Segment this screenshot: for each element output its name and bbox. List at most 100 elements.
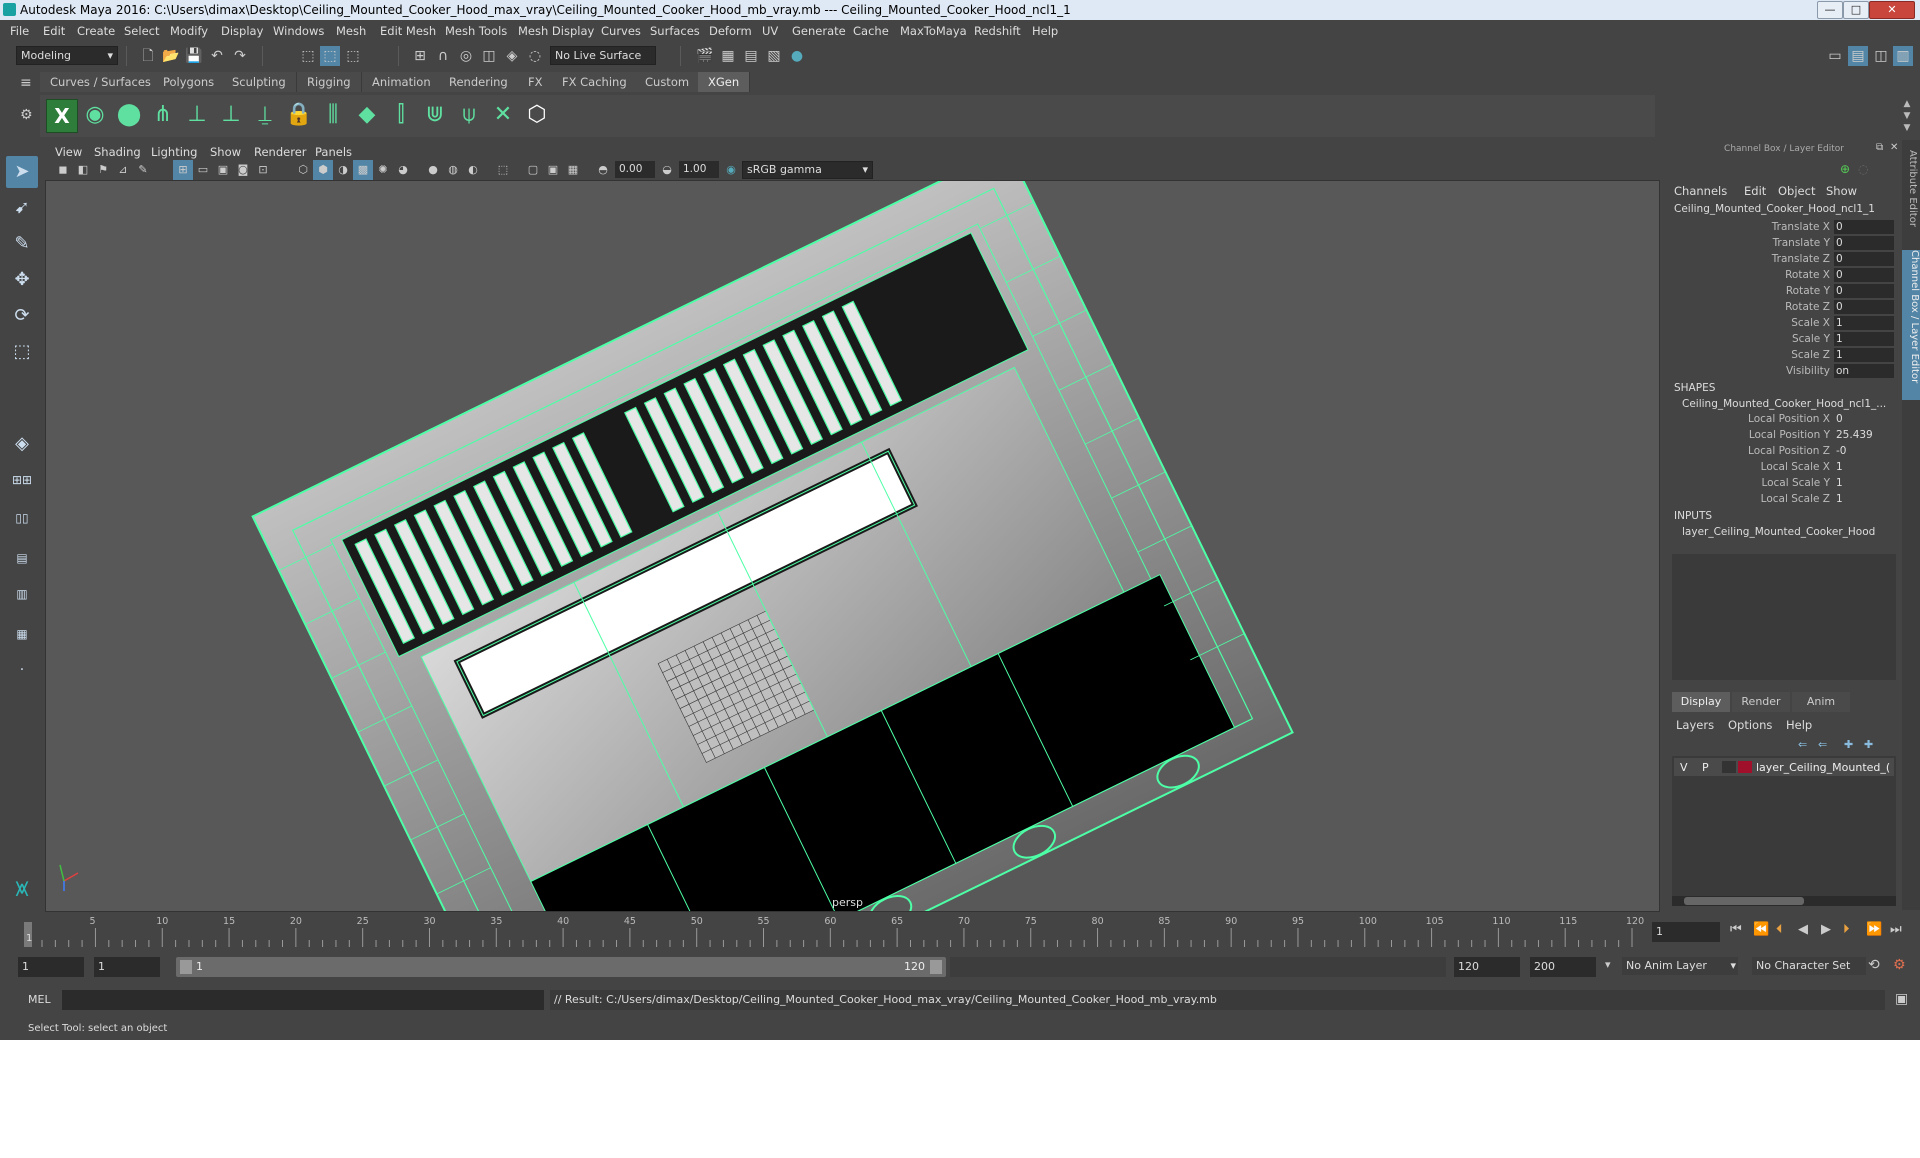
wireframe-icon[interactable]: ⬡ [293, 160, 313, 180]
attr-value-field[interactable]: 1 [1834, 460, 1894, 474]
rotate-tool-icon[interactable]: ⟳ [6, 300, 38, 332]
attr-value-field[interactable]: 0 [1834, 268, 1894, 282]
tab-fx[interactable]: FX [518, 72, 554, 92]
menu-edit-mesh[interactable]: Edit Mesh [380, 24, 436, 38]
ambient-occlusion-icon[interactable]: ● [423, 160, 443, 180]
xgen-layers-icon[interactable]: ◆ [352, 99, 382, 131]
viewport-menu-view[interactable]: View [55, 145, 82, 159]
range-slider-end-handle[interactable] [930, 960, 942, 974]
camera-select-icon[interactable]: ◼ [53, 160, 73, 180]
maximize-button[interactable]: □ [1843, 1, 1869, 19]
menu-display[interactable]: Display [221, 24, 263, 38]
layer-name[interactable]: layer_Ceiling_Mounted_( [1756, 761, 1890, 774]
menu-mesh-tools[interactable]: Mesh Tools [445, 24, 507, 38]
time-slider[interactable]: 1 5 10 15 20 25 30 35 40 45 50 55 60 65 70 75 80 85 90 95 1… [24, 914, 1644, 947]
perspective-viewport[interactable]: persp [45, 180, 1660, 912]
toggle-panel-icon[interactable]: ▤ [1848, 46, 1868, 66]
layer-menu-help[interactable]: Help [1786, 718, 1812, 732]
select-component-icon[interactable]: ⬚ [343, 46, 363, 66]
layer-tab-anim[interactable]: Anim [1792, 692, 1850, 712]
object-name[interactable]: Ceiling_Mounted_Cooker_Hood_ncl1_1 [1674, 203, 1900, 215]
xgen-sculpt-icon[interactable]: ⫿ [386, 99, 416, 131]
tab-xgen[interactable]: XGen [698, 72, 751, 92]
shape-name[interactable]: Ceiling_Mounted_Cooker_Hood_ncl1_... [1682, 398, 1886, 410]
isolate-select-icon[interactable]: ⬚ [493, 160, 513, 180]
bookmark-icon[interactable]: ⚑ [93, 160, 113, 180]
attr-value-field[interactable]: 0 [1834, 220, 1894, 234]
film-gate-icon[interactable]: ▭ [193, 160, 213, 180]
snap-curve-icon[interactable]: ∩ [433, 46, 453, 66]
tab-sculpting[interactable]: Sculpting [222, 72, 297, 92]
xgen-add-guide-icon[interactable]: ⋔ [148, 99, 178, 131]
shadows-icon[interactable]: ◕ [393, 160, 413, 180]
textured-icon[interactable]: ▩ [353, 160, 373, 180]
play-backwards-icon[interactable]: ◀ [1798, 922, 1808, 937]
attr-value-field[interactable]: 25.439 [1834, 428, 1894, 442]
attr-value-field[interactable]: -0 [1834, 444, 1894, 458]
chevron-down-icon[interactable]: ▾ [1605, 958, 1611, 971]
viewport-menu-shading[interactable]: Shading [94, 145, 141, 159]
attr-value-field[interactable]: 1 [1834, 492, 1894, 506]
layer-hscrollbar[interactable] [1672, 896, 1896, 906]
tab-animation[interactable]: Animation [362, 72, 442, 92]
float-panel-icon[interactable]: ⧉ [1876, 142, 1883, 153]
new-layer-selected-icon[interactable]: ✚ [1864, 738, 1873, 751]
script-editor-icon[interactable]: ▣ [1895, 991, 1908, 1007]
animation-start-field[interactable]: 1 [18, 957, 84, 977]
tab-custom[interactable]: Custom [635, 72, 701, 92]
layer-tab-render[interactable]: Render [1732, 692, 1790, 712]
input-name[interactable]: layer_Ceiling_Mounted_Cooker_Hood [1682, 526, 1875, 538]
viewport-menu-panels[interactable]: Panels [315, 145, 352, 159]
viewport-menu-lighting[interactable]: Lighting [151, 145, 197, 159]
xray-icon[interactable]: ▢ [523, 160, 543, 180]
minimize-button[interactable]: — [1817, 1, 1843, 19]
layout-hypershade-icon[interactable]: ▦ [6, 618, 38, 650]
snap-grid-icon[interactable]: ⊞ [410, 46, 430, 66]
default-material-icon[interactable]: ◑ [333, 160, 353, 180]
layer-visibility-toggle[interactable]: V [1680, 761, 1688, 774]
channel-menu-channels[interactable]: Channels [1674, 184, 1727, 198]
animation-end-field[interactable]: 200 [1530, 957, 1596, 977]
smooth-shade-icon[interactable]: ⬢ [313, 160, 333, 180]
attr-value-field[interactable]: 1 [1834, 332, 1894, 346]
menu-cache[interactable]: Cache [853, 24, 889, 38]
attr-value-field[interactable]: 1 [1834, 316, 1894, 330]
exposure-field[interactable]: 0.00 [615, 161, 655, 178]
xgen-create-description-icon[interactable]: ⬤ [114, 99, 144, 131]
live-surface-field[interactable]: No Live Surface [550, 46, 656, 65]
layer-reference-toggle[interactable] [1722, 761, 1736, 773]
attr-value-field[interactable]: 1 [1834, 348, 1894, 362]
xgen-interactive-icon[interactable]: ✕ [488, 99, 518, 131]
snap-live-icon[interactable]: ◌ [525, 46, 545, 66]
viewport-menu-show[interactable]: Show [210, 145, 241, 159]
channel-box-tab[interactable]: Channel Box / Layer Editor [1902, 250, 1920, 400]
go-to-start-icon[interactable]: ⏮ [1730, 922, 1742, 937]
layer-tab-display[interactable]: Display [1672, 692, 1730, 712]
menu-mesh[interactable]: Mesh [336, 24, 366, 38]
new-scene-icon[interactable]: 🗋 [138, 46, 158, 66]
tab-curves-surfaces[interactable]: Curves / Surfaces [40, 72, 162, 92]
layout-four-icon[interactable]: ⊞⊞ [6, 464, 38, 496]
open-scene-icon[interactable]: 📂 [161, 46, 181, 66]
shelf-menu-icon[interactable]: ≡ [20, 76, 34, 90]
layer-row[interactable]: V P layer_Ceiling_Mounted_( [1674, 758, 1894, 776]
snap-point-icon[interactable]: ◎ [456, 46, 476, 66]
resolution-gate-icon[interactable]: ▣ [213, 160, 233, 180]
lasso-tool-icon[interactable]: ➹ [6, 192, 38, 224]
character-set-dropdown[interactable]: No Character Set [1752, 957, 1866, 975]
xgen-groom-icon[interactable]: ⍦ [454, 99, 484, 131]
move-layer-up-icon[interactable]: ⇐ [1798, 738, 1807, 751]
go-to-end-icon[interactable]: ⏭ [1890, 922, 1902, 937]
auto-key-icon[interactable]: ⟲ [1868, 957, 1880, 973]
current-frame-field[interactable]: 1 [1652, 922, 1720, 942]
menu-help[interactable]: Help [1032, 24, 1058, 38]
step-forward-key-icon[interactable]: ⏩ [1866, 922, 1882, 937]
layer-playback-toggle[interactable]: P [1702, 761, 1709, 774]
render-view-icon[interactable]: ▦ [718, 46, 738, 66]
new-layer-icon[interactable]: ✚ [1844, 738, 1853, 751]
menu-deform[interactable]: Deform [709, 24, 752, 38]
channel-box-toggle-icon[interactable]: ▥ [1893, 46, 1913, 66]
attr-value-field[interactable]: on [1834, 364, 1894, 378]
camera-attributes-icon[interactable]: ◧ [73, 160, 93, 180]
xgen-eye-icon[interactable]: ◉ [80, 99, 110, 131]
